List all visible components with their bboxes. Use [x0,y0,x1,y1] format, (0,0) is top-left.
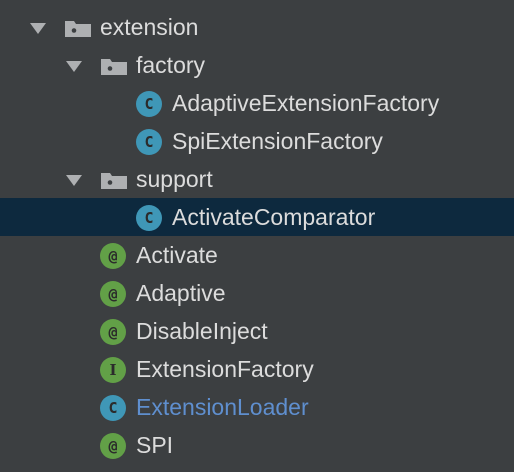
class-icon: C [136,129,162,155]
tree-row-activate-comparator[interactable]: C ActivateComparator [0,198,514,236]
tree-row-extension-factory[interactable]: I ExtensionFactory [0,350,514,388]
tree-row-disable-inject[interactable]: @ DisableInject [0,312,514,350]
annotation-icon: @ [100,319,126,345]
tree-item-label: support [136,166,213,192]
tree-row-activate[interactable]: @ Activate [0,236,514,274]
tree-row-adaptive-extension-factory[interactable]: C AdaptiveExtensionFactory [0,84,514,122]
chevron-down-icon[interactable] [64,160,84,198]
tree-row-spi[interactable]: @ SPI [0,426,514,464]
chevron-down-icon[interactable] [64,46,84,84]
tree-row-spi-extension-factory[interactable]: C SpiExtensionFactory [0,122,514,160]
package-folder-icon [64,18,92,38]
package-folder-icon [100,56,128,76]
tree-item-label: SpiExtensionFactory [172,128,383,154]
tree-item-label: factory [136,52,206,78]
tree-row-extension[interactable]: extension [0,8,514,46]
class-icon: C [136,91,162,117]
tree-item-label: DisableInject [136,318,268,344]
annotation-icon: @ [100,243,126,269]
tree-item-label: ExtensionFactory [136,356,314,382]
chevron-down-icon[interactable] [28,8,48,46]
tree-item-label: ActivateComparator [172,204,376,230]
tree-item-label: SPI [136,432,174,458]
interface-icon: I [100,357,126,383]
tree-item-label: ExtensionLoader [136,394,309,420]
tree-item-label: AdaptiveExtensionFactory [172,90,440,116]
project-tree: extension factory C AdaptiveExtensionFac… [0,0,514,472]
package-folder-icon [100,170,128,190]
annotation-icon: @ [100,433,126,459]
class-icon: C [136,205,162,231]
tree-row-extension-loader[interactable]: C ExtensionLoader [0,388,514,426]
tree-row-adaptive[interactable]: @ Adaptive [0,274,514,312]
class-icon: C [100,395,126,421]
tree-row-factory[interactable]: factory [0,46,514,84]
tree-row-support[interactable]: support [0,160,514,198]
tree-item-label: Activate [136,242,218,268]
tree-item-label: extension [100,14,199,40]
tree-item-label: Adaptive [136,280,226,306]
annotation-icon: @ [100,281,126,307]
